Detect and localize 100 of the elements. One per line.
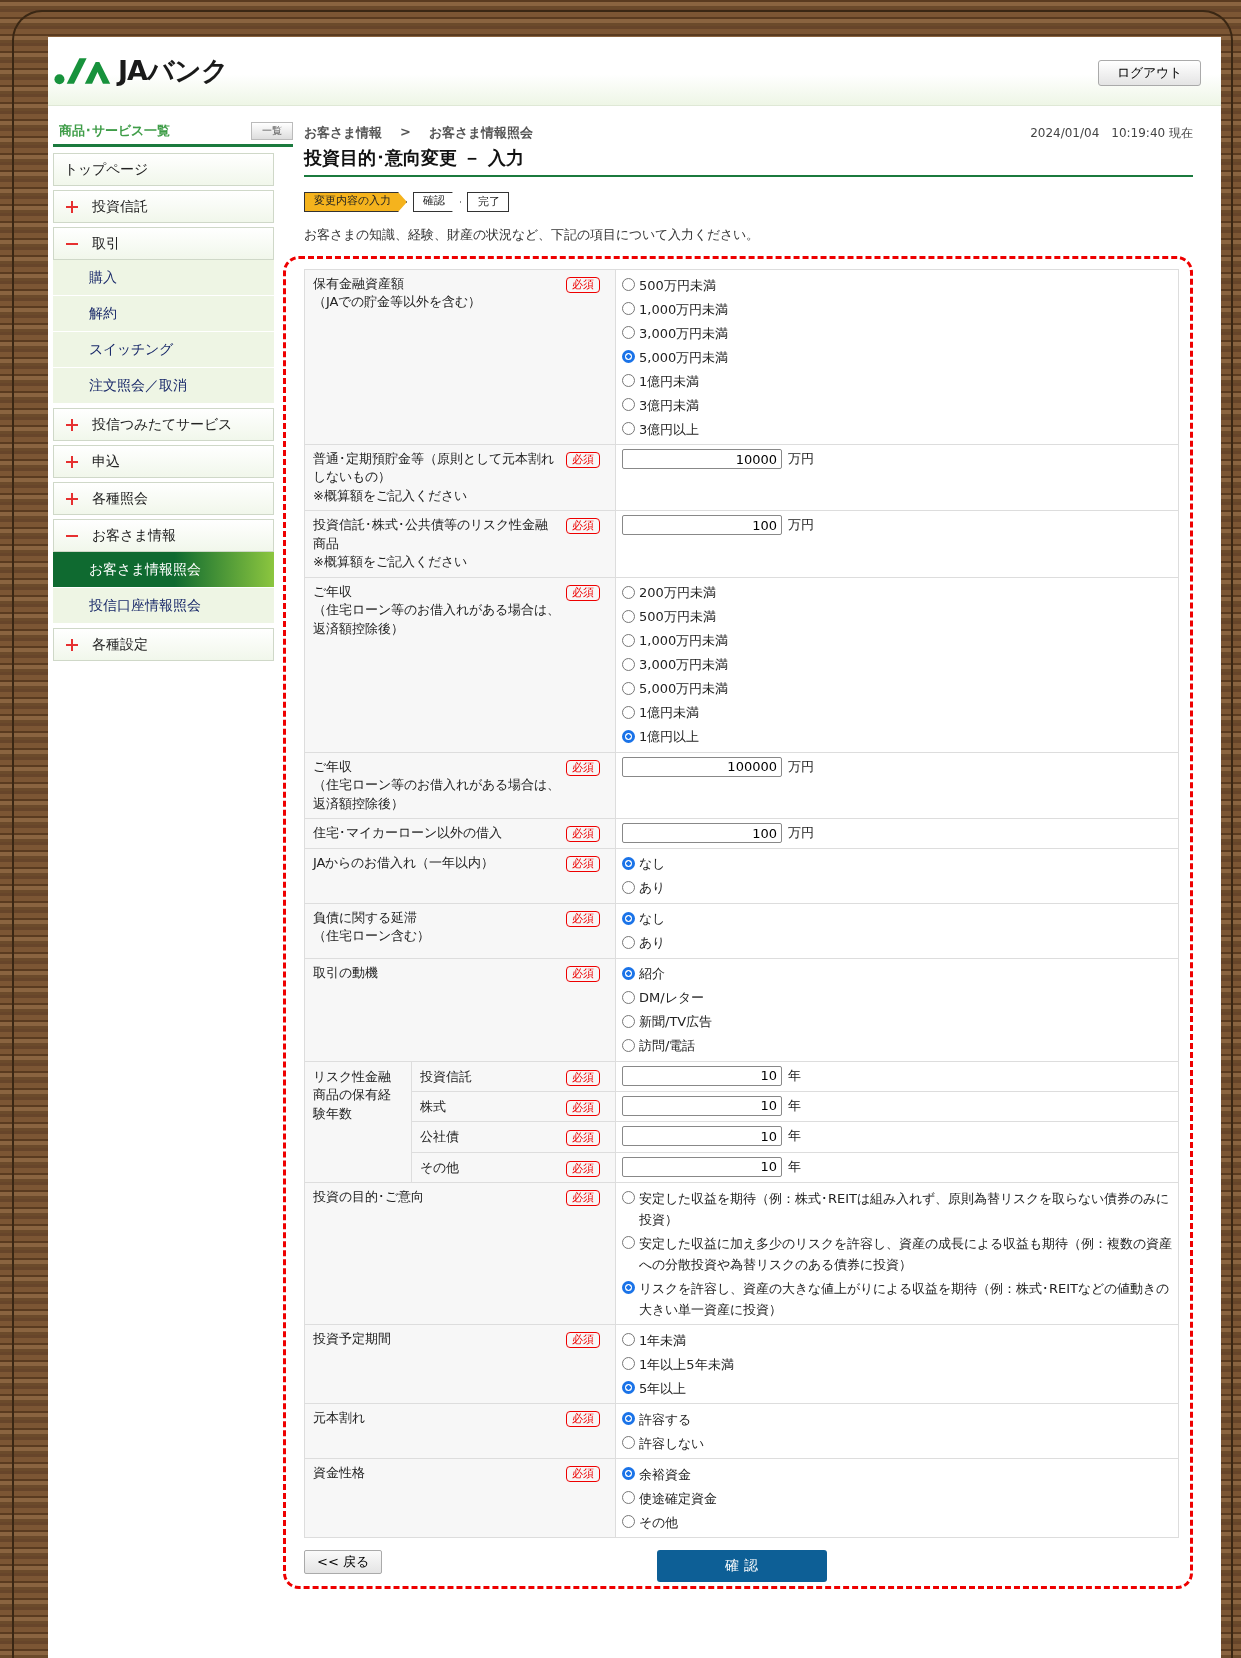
radio-button[interactable] (622, 1357, 635, 1371)
radio-button[interactable] (622, 398, 635, 411)
required-tag: 必須 (566, 1160, 600, 1177)
sidebar-item[interactable]: 取引 (53, 227, 274, 260)
option-label[interactable]: あり (639, 930, 665, 955)
required-tag: 必須 (566, 1100, 600, 1116)
option-label[interactable]: リスクを許容し、資産の大きな値上がりによる収益を期待（例：株式･REITなどの値動きの大きい単一資産に投資） (639, 1276, 1172, 1322)
number-field[interactable]: 100 (622, 823, 782, 844)
sidebar-item[interactable]: 申込 (53, 445, 274, 478)
option-label[interactable]: なし (639, 906, 665, 931)
radio-button[interactable] (622, 1467, 635, 1481)
sidebar-subitem[interactable]: 注文照会／取消 (53, 368, 274, 404)
radio-button[interactable] (622, 350, 635, 363)
radio-button[interactable] (622, 1236, 635, 1250)
radio-button[interactable] (622, 705, 635, 719)
radio-button[interactable] (622, 935, 635, 949)
sidebar-subitem[interactable]: 解約 (53, 296, 274, 332)
option-label[interactable]: DM/レター (639, 985, 704, 1010)
number-field[interactable]: 10 (622, 1065, 782, 1086)
radio-button[interactable] (622, 374, 635, 387)
radio-button[interactable] (622, 1333, 635, 1347)
option-label[interactable]: 200万円未満 (639, 580, 716, 605)
option-label[interactable]: 許容しない (639, 1431, 704, 1456)
option-label[interactable]: 訪問/電話 (639, 1033, 696, 1058)
unit-label: 万円 (788, 450, 814, 468)
radio-button[interactable] (622, 1281, 635, 1295)
radio-button[interactable] (622, 1381, 635, 1395)
radio-button[interactable] (622, 1515, 635, 1529)
sidebar-item[interactable]: 投信つみたてサービス (53, 408, 274, 441)
radio-button[interactable] (622, 422, 635, 435)
sidebar-item[interactable]: お客さま情報 (53, 519, 274, 552)
radio-button[interactable] (622, 1038, 635, 1052)
required-tag: 必須 (566, 965, 600, 982)
option-label[interactable]: 使途確定資金 (639, 1486, 717, 1511)
radio-button[interactable] (622, 729, 635, 743)
option-label[interactable]: 1億円未満 (639, 700, 700, 725)
radio-button[interactable] (622, 880, 635, 894)
sidebar-subitem[interactable]: お客さま情報照会 (53, 552, 274, 588)
option-label[interactable]: 1年未満 (639, 1328, 687, 1353)
sidebar-item[interactable]: 各種設定 (53, 628, 274, 661)
number-field[interactable]: 10000 (622, 449, 782, 469)
radio-button[interactable] (622, 633, 635, 647)
option-label[interactable]: 1年以上5年未満 (639, 1352, 734, 1377)
radio-button[interactable] (622, 1436, 635, 1450)
number-field[interactable]: 10 (622, 1126, 782, 1147)
option-label[interactable]: 3,000万円未満 (639, 652, 729, 677)
option-label[interactable]: 許容する (639, 1407, 691, 1432)
breadcrumb-link[interactable]: お客さま情報照会 (428, 124, 533, 142)
option-label[interactable]: 余裕資金 (639, 1462, 691, 1487)
option-label[interactable]: 500万円未満 (639, 273, 716, 297)
radio-button[interactable] (622, 326, 635, 339)
option-label[interactable]: 紹介 (639, 961, 665, 986)
radio-button[interactable] (622, 1191, 635, 1205)
radio-button[interactable] (622, 911, 635, 925)
breadcrumb-link[interactable]: お客さま情報 (304, 124, 382, 142)
option-label[interactable]: 5年以上 (639, 1376, 687, 1401)
option-label[interactable]: 1,000万円未満 (639, 628, 729, 653)
radio-button[interactable] (622, 1412, 635, 1426)
sidebar-subitem[interactable]: 購入 (53, 260, 274, 296)
option-label[interactable]: 3億円以上 (639, 417, 700, 441)
confirm-button[interactable]: 確 認 (656, 1550, 827, 1583)
option-label[interactable]: 安定した収益に加え多少のリスクを許容し、資産の成長による収益も期待（例：複数の資産への分散投資や為替リスクのある債券に投資） (639, 1231, 1172, 1277)
back-button[interactable]: << 戻る (304, 1550, 382, 1575)
option-label[interactable]: 3億円未満 (639, 393, 700, 417)
radio-button[interactable] (622, 1491, 635, 1505)
option-label[interactable]: なし (639, 851, 665, 876)
option-label[interactable]: 500万円未満 (639, 604, 716, 629)
radio-button[interactable] (622, 657, 635, 671)
radio-button[interactable] (622, 856, 635, 870)
radio-button[interactable] (622, 1014, 635, 1028)
option-label[interactable]: 1,000万円未満 (639, 297, 729, 321)
number-field[interactable]: 10 (622, 1156, 782, 1177)
radio-button[interactable] (622, 278, 635, 291)
sidebar-item[interactable]: 投資信託 (53, 190, 274, 223)
radio-button[interactable] (622, 681, 635, 695)
option-label[interactable]: 5,000万円未満 (639, 345, 729, 369)
list-button[interactable]: 一覧 (251, 122, 293, 140)
option-label[interactable]: 1億円未満 (639, 369, 700, 393)
option-label[interactable]: あり (639, 875, 665, 900)
radio-button[interactable] (622, 585, 635, 599)
option-label[interactable]: 安定した収益を期待（例：株式･REITは組み入れず、原則為替リスクを取らない債券のみに投資） (639, 1186, 1172, 1232)
logout-button[interactable]: ログアウト (1098, 60, 1201, 86)
option-label[interactable]: 1億円以上 (639, 724, 700, 749)
sidebar-subitem[interactable]: スイッチング (53, 332, 274, 368)
radio-button[interactable] (622, 302, 635, 315)
sidebar-item[interactable]: トップページ (53, 153, 274, 186)
option-label[interactable]: その他 (639, 1510, 678, 1535)
number-field[interactable]: 100 (622, 515, 782, 536)
sidebar-item[interactable]: 各種照会 (53, 482, 274, 515)
radio-button[interactable] (622, 990, 635, 1004)
sidebar-subitem[interactable]: 投信口座情報照会 (53, 588, 274, 624)
radio-button[interactable] (622, 609, 635, 623)
required-tag: 必須 (566, 1466, 600, 1483)
number-field[interactable]: 10 (622, 1096, 782, 1116)
option-label[interactable]: 3,000万円未満 (639, 321, 729, 345)
option-label[interactable]: 5,000万円未満 (639, 676, 729, 701)
number-field[interactable]: 100000 (622, 756, 782, 777)
option-label[interactable]: 新聞/TV広告 (639, 1009, 713, 1034)
radio-button[interactable] (622, 966, 635, 980)
unit-label: 年 (788, 1157, 801, 1176)
